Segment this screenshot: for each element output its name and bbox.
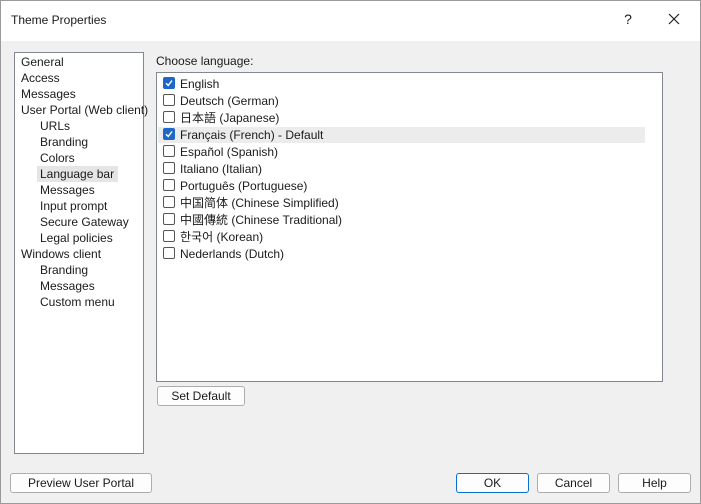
window-title: Theme Properties	[11, 13, 107, 27]
language-label: Español (Spanish)	[180, 145, 279, 159]
language-row[interactable]: Nederlands (Dutch)	[158, 246, 645, 262]
language-label: Nederlands (Dutch)	[180, 247, 285, 261]
language-checkbox[interactable]	[163, 145, 175, 157]
language-row[interactable]: 中國傳統 (Chinese Traditional)	[158, 212, 645, 228]
language-checkbox[interactable]	[163, 213, 175, 225]
language-checkbox[interactable]	[163, 77, 175, 89]
language-label: 日本語 (Japanese)	[180, 111, 280, 125]
language-row[interactable]: 한국어 (Korean)	[158, 229, 645, 245]
tree-item[interactable]: Messages	[18, 86, 80, 102]
language-checkbox[interactable]	[163, 247, 175, 259]
theme-properties-dialog: Theme Properties ? General Access Messages…	[0, 0, 701, 504]
tree-item[interactable]: Custom menu	[37, 294, 119, 310]
preview-user-portal-button[interactable]: Preview User Portal	[10, 473, 152, 493]
tree-item[interactable]: Secure Gateway	[37, 214, 133, 230]
language-list[interactable]: English Deutsch (German) 日本語 (Japanese) Fra…	[156, 72, 663, 382]
tree-item[interactable]: Windows client	[18, 246, 105, 262]
language-checkbox[interactable]	[163, 230, 175, 242]
help-button[interactable]: Help	[618, 473, 691, 493]
tree-item[interactable]: Access	[18, 70, 64, 86]
language-row[interactable]: 中国简体 (Chinese Simplified)	[158, 195, 645, 211]
settings-tree[interactable]: General Access Messages User Portal (Web cl…	[14, 52, 148, 454]
language-row[interactable]: Español (Spanish)	[158, 144, 645, 160]
language-row[interactable]: Português (Portuguese)	[158, 178, 645, 194]
close-button[interactable]	[652, 1, 696, 37]
language-checkbox[interactable]	[163, 162, 175, 174]
language-checkbox[interactable]	[163, 128, 175, 140]
cancel-button[interactable]: Cancel	[537, 473, 610, 493]
tree-item[interactable]: Messages	[37, 182, 99, 198]
language-checkbox[interactable]	[163, 111, 175, 123]
language-row[interactable]: Français (French) - Default	[158, 127, 645, 143]
tree-item[interactable]: Language bar	[37, 166, 119, 182]
language-label: Italiano (Italian)	[180, 162, 263, 176]
question-icon: ?	[624, 11, 632, 27]
tree-item[interactable]: Legal policies	[37, 230, 117, 246]
language-checkbox[interactable]	[163, 94, 175, 106]
language-label: 中國傳統 (Chinese Traditional)	[180, 213, 343, 227]
tree-item[interactable]: General	[18, 54, 68, 70]
language-row[interactable]: 日本語 (Japanese)	[158, 110, 645, 126]
tree-item[interactable]: URLs	[37, 118, 74, 134]
language-row[interactable]: Italiano (Italian)	[158, 161, 645, 177]
language-checkbox[interactable]	[163, 179, 175, 191]
tree-item[interactable]: Branding	[37, 134, 92, 150]
tree-item[interactable]: Colors	[37, 150, 79, 166]
set-default-button[interactable]: Set Default	[157, 386, 245, 406]
language-label: Deutsch (German)	[180, 94, 279, 108]
checkmark-icon	[165, 131, 173, 138]
tree-item[interactable]: Branding	[37, 262, 92, 278]
close-icon	[668, 13, 680, 25]
checkmark-icon	[165, 80, 173, 87]
tree-item[interactable]: User Portal (Web client)	[18, 102, 152, 118]
ok-button[interactable]: OK	[456, 473, 529, 493]
language-row[interactable]: English	[158, 76, 645, 92]
tree-item[interactable]: Messages	[37, 278, 99, 294]
language-label: Français (French) - Default	[180, 128, 324, 142]
tree-item[interactable]: Input prompt	[37, 198, 111, 214]
title-bar: Theme Properties ?	[1, 1, 700, 41]
help-title-button[interactable]: ?	[606, 1, 650, 37]
language-row[interactable]: Deutsch (German)	[158, 93, 645, 109]
language-checkbox[interactable]	[163, 196, 175, 208]
language-label: 한국어 (Korean)	[180, 230, 264, 244]
choose-language-label: Choose language:	[156, 54, 254, 68]
language-label: English	[180, 77, 220, 91]
language-label: 中国简体 (Chinese Simplified)	[180, 196, 339, 210]
language-label: Português (Portuguese)	[180, 179, 308, 193]
